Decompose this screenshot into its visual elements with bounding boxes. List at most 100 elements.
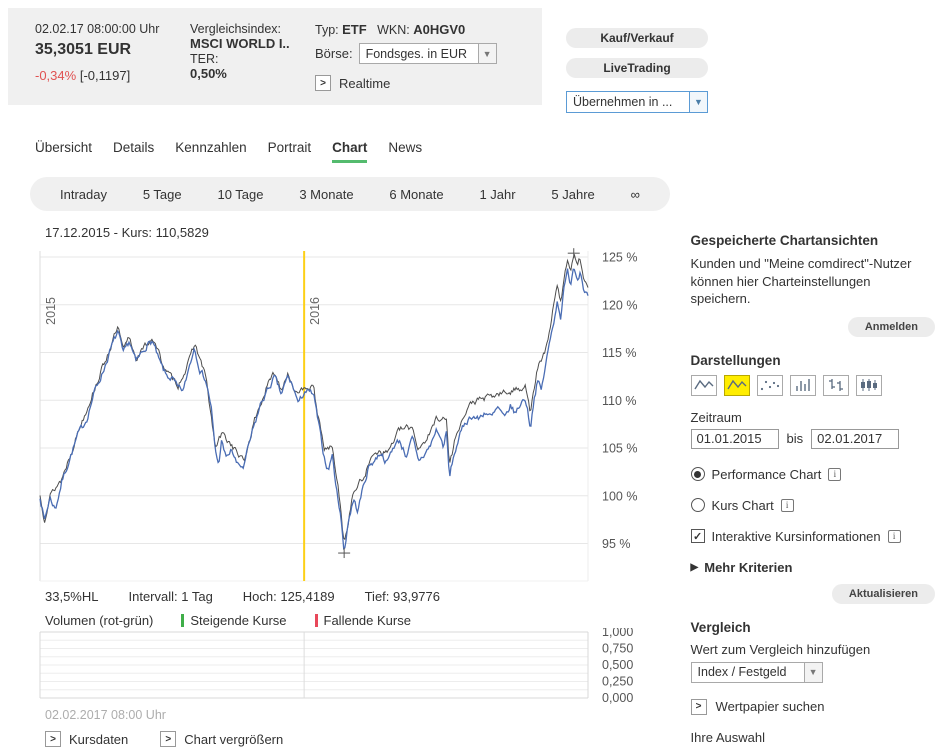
range-max[interactable]: ∞ <box>631 187 640 202</box>
svg-text:1,000: 1,000 <box>602 628 633 639</box>
wkn-label: WKN: <box>377 23 410 37</box>
chart-footer-timestamp: 02.02.2017 08:00 Uhr <box>45 708 691 722</box>
typ-value: ETF <box>342 22 367 37</box>
uebernehmen-select[interactable]: Übernehmen in ... ▼ <box>566 91 708 113</box>
chart-settings-sidebar: Gespeicherte Chartansichten Kunden und "… <box>691 221 935 750</box>
kauf-verkauf-button[interactable]: Kauf/Verkauf <box>566 28 708 48</box>
aktualisieren-button[interactable]: Aktualisieren <box>832 584 935 604</box>
kurs-chart-radio[interactable] <box>691 498 705 512</box>
vergleich-add-label: Wert zum Vergleich hinzufügen <box>691 642 935 657</box>
svg-text:100 %: 100 % <box>602 489 637 503</box>
boerse-select-value: Fondsges. in EUR <box>360 47 478 61</box>
svg-text:115 %: 115 % <box>602 346 637 360</box>
arrow-right-icon[interactable]: > <box>315 75 331 91</box>
interaktiv-label: Interaktive Kursinformationen <box>712 529 881 544</box>
realtime-link[interactable]: Realtime <box>339 76 390 91</box>
typ-label: Typ: <box>315 23 339 37</box>
kursdaten-link[interactable]: > Kursdaten <box>45 731 128 747</box>
line-chart-icon[interactable] <box>691 375 717 396</box>
svg-text:2016: 2016 <box>308 297 322 325</box>
quote-change-percent: -0,34% <box>35 68 76 83</box>
chart-area: 17.12.2015 - Kurs: 110,5829 125 %120 %11… <box>30 221 691 750</box>
ter-value: 0,50% <box>190 66 315 81</box>
range-5-tage[interactable]: 5 Tage <box>143 187 182 202</box>
ohlc-chart-icon[interactable] <box>823 375 849 396</box>
zeitraum-from-input[interactable] <box>691 429 779 449</box>
tab-chart[interactable]: Chart <box>332 140 367 163</box>
range-10-tage[interactable]: 10 Tage <box>217 187 263 202</box>
tab-news[interactable]: News <box>388 140 422 163</box>
mountain-chart-icon[interactable] <box>724 375 750 396</box>
legend-up-label: Steigende Kurse <box>190 613 286 628</box>
vergleich-select-value: Index / Festgeld <box>692 665 804 679</box>
svg-text:110 %: 110 % <box>602 394 637 408</box>
dots-chart-icon[interactable] <box>757 375 783 396</box>
vergleichsindex-label: Vergleichsindex: <box>190 22 315 36</box>
svg-text:2015: 2015 <box>44 297 58 325</box>
wertpapier-suchen-link[interactable]: > Wertpapier suchen <box>691 699 935 715</box>
wkn-value: A0HGV0 <box>413 22 465 37</box>
chevron-down-icon: ▼ <box>478 44 496 63</box>
info-icon[interactable]: i <box>888 530 901 543</box>
wertpapier-suchen-label: Wertpapier suchen <box>716 699 825 714</box>
triangle-right-icon: ▶ <box>691 562 699 573</box>
svg-text:0,750: 0,750 <box>602 642 633 656</box>
svg-text:105 %: 105 % <box>602 442 637 456</box>
time-range-bar: Intraday 5 Tage 10 Tage 3 Monate 6 Monat… <box>30 177 670 211</box>
anmelden-button[interactable]: Anmelden <box>848 317 935 337</box>
range-1-jahr[interactable]: 1 Jahr <box>479 187 515 202</box>
candlestick-chart-icon[interactable] <box>856 375 882 396</box>
svg-text:0,500: 0,500 <box>602 658 633 672</box>
quote-change-absolute: [-0,1197] <box>80 68 130 83</box>
vergleichsindex-value: MSCI WORLD I.. <box>190 36 315 51</box>
ter-label: TER: <box>190 52 315 66</box>
svg-text:0,000: 0,000 <box>602 691 633 704</box>
kurs-chart-label: Kurs Chart <box>712 498 774 513</box>
boerse-select[interactable]: Fondsges. in EUR ▼ <box>359 43 497 64</box>
chart-hover-info: 17.12.2015 - Kurs: 110,5829 <box>45 225 691 240</box>
volume-label: Volumen (rot-grün) <box>45 613 153 628</box>
mehr-kriterien-toggle[interactable]: ▶ Mehr Kriterien <box>691 560 935 575</box>
svg-text:0,250: 0,250 <box>602 675 633 689</box>
tab-kennzahlen[interactable]: Kennzahlen <box>175 140 246 163</box>
info-icon[interactable]: i <box>828 468 841 481</box>
down-bar-icon <box>315 614 318 627</box>
quote-price: 35,3051 EUR <box>35 41 190 59</box>
range-5-jahre[interactable]: 5 Jahre <box>551 187 594 202</box>
livetrading-button[interactable]: LiveTrading <box>566 58 708 78</box>
interaktiv-checkbox[interactable]: ✓ <box>691 529 705 543</box>
tab-details[interactable]: Details <box>113 140 154 163</box>
zeitraum-label: Zeitraum <box>691 410 935 425</box>
chart-vergroessern-link-label: Chart vergrößern <box>184 732 283 747</box>
performance-chart[interactable]: 125 %120 %115 %110 %105 %100 %95 %201520… <box>30 243 691 587</box>
zeitraum-to-input[interactable] <box>811 429 899 449</box>
legend-down-label: Fallende Kurse <box>324 613 411 628</box>
stat-tief: Tief: 93,9776 <box>365 589 440 604</box>
chart-vergroessern-link[interactable]: > Chart vergrößern <box>160 731 283 747</box>
arrow-right-icon: > <box>160 731 176 747</box>
tab-bar: Übersicht Details Kennzahlen Portrait Ch… <box>35 140 935 163</box>
chevron-down-icon: ▼ <box>804 663 822 682</box>
range-intraday[interactable]: Intraday <box>60 187 107 202</box>
saved-views-text: Kunden und "Meine comdirect"-Nutzer könn… <box>691 255 929 308</box>
info-icon[interactable]: i <box>781 499 794 512</box>
arrow-right-icon: > <box>45 731 61 747</box>
saved-views-title: Gespeicherte Chartansichten <box>691 233 935 248</box>
quote-box: 02.02.17 08:00:00 Uhr 35,3051 EUR -0,34%… <box>8 8 542 105</box>
tab-portrait[interactable]: Portrait <box>268 140 312 163</box>
vergleich-select[interactable]: Index / Festgeld ▼ <box>691 662 823 683</box>
stat-intervall: Intervall: 1 Tag <box>128 589 212 604</box>
ihre-auswahl-label: Ihre Auswahl <box>691 730 935 745</box>
performance-chart-radio[interactable] <box>691 467 705 481</box>
bars-chart-icon[interactable] <box>790 375 816 396</box>
arrow-right-icon: > <box>691 699 707 715</box>
svg-text:120 %: 120 % <box>602 298 637 312</box>
range-6-monate[interactable]: 6 Monate <box>389 187 443 202</box>
range-3-monate[interactable]: 3 Monate <box>299 187 353 202</box>
svg-text:95 %: 95 % <box>602 537 631 551</box>
stat-hoch: Hoch: 125,4189 <box>243 589 335 604</box>
up-bar-icon <box>181 614 184 627</box>
mehr-kriterien-label: Mehr Kriterien <box>704 560 792 575</box>
chevron-down-icon: ▼ <box>689 92 707 112</box>
tab-uebersicht[interactable]: Übersicht <box>35 140 92 163</box>
